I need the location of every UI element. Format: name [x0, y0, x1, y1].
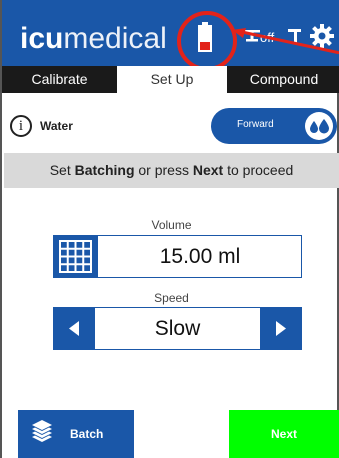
logo-bold-text: icu — [20, 22, 64, 55]
power-status: off — [260, 30, 275, 45]
tab-compound[interactable]: Compound — [227, 66, 339, 93]
gear-icon[interactable] — [309, 23, 335, 49]
direction-label: Forward — [237, 119, 274, 130]
app-header: icumedical off — [2, 0, 339, 71]
arrow-left-icon — [69, 321, 79, 336]
toggle-knob — [305, 112, 333, 140]
next-label: Next — [270, 427, 297, 441]
volume-value[interactable]: 15.00 ml — [98, 235, 302, 278]
volume-label: Volume — [151, 218, 192, 232]
speed-increase-button[interactable] — [260, 307, 302, 350]
plug-icon — [244, 30, 260, 42]
speed-decrease-button[interactable] — [53, 307, 95, 350]
speed-label: Speed — [154, 291, 189, 305]
keypad-icon — [59, 240, 92, 273]
banner-suffix: to proceed — [223, 162, 294, 178]
arrow-right-icon — [276, 321, 286, 336]
batch-label: Batch — [70, 427, 104, 441]
speed-value: Slow — [154, 317, 201, 340]
banner-batching: Batching — [74, 162, 135, 178]
fluid-name: Water — [40, 119, 73, 133]
banner-prefix: Set — [49, 162, 75, 178]
icu-medical-logo: icumedical — [20, 24, 167, 54]
banner-middle: or press — [134, 162, 193, 178]
banner-next: Next — [192, 162, 224, 178]
batch-button[interactable]: Batch — [18, 410, 134, 458]
device-screen: icumedical off Calibrate Set Up Compound… — [0, 0, 339, 458]
highlight-circle — [177, 11, 237, 71]
direction-toggle[interactable]: Forward — [211, 108, 337, 144]
layers-icon — [32, 420, 52, 442]
keypad-button[interactable] — [53, 235, 98, 278]
tab-bar: Calibrate Set Up Compound — [2, 66, 339, 93]
tab-calibrate[interactable]: Calibrate — [2, 66, 117, 93]
droplet-icon — [310, 119, 329, 134]
info-icon[interactable]: i — [10, 115, 32, 137]
tab-set-up[interactable]: Set Up — [117, 66, 227, 93]
instruction-banner: Set Batching or press Next to proceed — [4, 153, 339, 188]
faucet-icon[interactable] — [287, 26, 303, 46]
logo-light-text: medical — [63, 22, 167, 55]
next-button[interactable]: Next — [229, 410, 339, 458]
